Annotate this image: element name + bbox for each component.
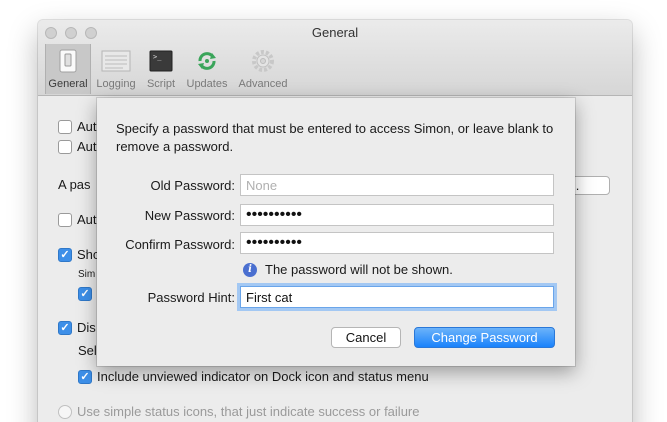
- change-password-sheet: Specify a password that must be entered …: [97, 98, 575, 366]
- checkbox-checked[interactable]: ✓: [58, 320, 72, 335]
- toolbar-label: Logging: [96, 78, 136, 90]
- toolbar-label: Advanced: [238, 78, 288, 90]
- toolbar-tab-advanced[interactable]: Advanced: [234, 44, 292, 94]
- change-password-button[interactable]: Change Password: [414, 327, 555, 348]
- setting-label: Include unviewed indicator on Dock icon …: [97, 369, 429, 384]
- terminal-icon: >_: [149, 50, 173, 72]
- info-icon: i: [243, 262, 257, 277]
- setting-row[interactable]: ✓ Dis: [58, 320, 96, 335]
- confirm-password-field[interactable]: ••••••••••: [240, 232, 554, 254]
- setting-label: Sel: [78, 343, 97, 358]
- switch-icon: [59, 49, 77, 73]
- setting-label: Dis: [77, 320, 96, 335]
- password-hint-field[interactable]: First cat: [240, 286, 554, 308]
- toolbar-tab-updates[interactable]: Updates: [183, 44, 231, 94]
- toolbar-tab-general[interactable]: General: [45, 44, 91, 94]
- checkbox[interactable]: [58, 119, 72, 134]
- checkbox-checked[interactable]: ✓: [78, 287, 92, 301]
- refresh-icon: [198, 52, 216, 70]
- checkbox[interactable]: [58, 212, 72, 227]
- setting-row[interactable]: Use simple status icons, that just indic…: [58, 404, 419, 419]
- toolbar-tab-logging[interactable]: Logging: [94, 44, 138, 94]
- cancel-button[interactable]: Cancel: [331, 327, 401, 348]
- radio-button[interactable]: [58, 404, 72, 419]
- password-note-text: The password will not be shown.: [265, 262, 453, 277]
- gear-icon: [252, 50, 274, 72]
- toolbar-label: General: [48, 78, 88, 90]
- setting-label: Aut: [77, 119, 97, 134]
- confirm-password-label: Confirm Password:: [125, 237, 235, 252]
- checkbox-checked[interactable]: ✓: [58, 247, 72, 262]
- setting-label: Aut: [77, 212, 97, 227]
- old-password-label: Old Password:: [150, 178, 235, 193]
- password-note: i The password will not be shown.: [243, 262, 453, 277]
- log-icon: [101, 50, 131, 72]
- window-title: General: [311, 25, 359, 40]
- sheet-prompt: Specify a password that must be entered …: [116, 121, 554, 154]
- checkbox[interactable]: [58, 139, 72, 154]
- setting-row[interactable]: Aut: [58, 212, 97, 227]
- setting-row[interactable]: Aut: [58, 139, 97, 154]
- password-hint-label: Password Hint:: [147, 290, 235, 305]
- toolbar-tab-script[interactable]: >_ Script: [142, 44, 180, 94]
- toolbar-label: Updates: [186, 78, 228, 90]
- setting-row[interactable]: ✓: [78, 287, 97, 301]
- setting-label: Aut: [77, 139, 97, 154]
- setting-label: Use simple status icons, that just indic…: [77, 404, 420, 419]
- setting-row[interactable]: ✓ Sho: [58, 247, 100, 262]
- new-password-field[interactable]: ••••••••••: [240, 204, 554, 226]
- setting-row[interactable]: ✓ Include unviewed indicator on Dock ico…: [78, 369, 429, 384]
- setting-row[interactable]: Aut: [58, 119, 97, 134]
- svg-text:>_: >_: [153, 53, 162, 61]
- password-setting-label: A pas: [58, 177, 91, 192]
- toolbar-label: Script: [146, 78, 176, 90]
- old-password-field[interactable]: None: [240, 174, 554, 196]
- setting-sublabel: Sim: [78, 269, 96, 280]
- checkbox-checked[interactable]: ✓: [78, 369, 92, 384]
- titlebar: General General Logging >_ Script Update…: [38, 20, 632, 96]
- new-password-label: New Password:: [144, 208, 235, 223]
